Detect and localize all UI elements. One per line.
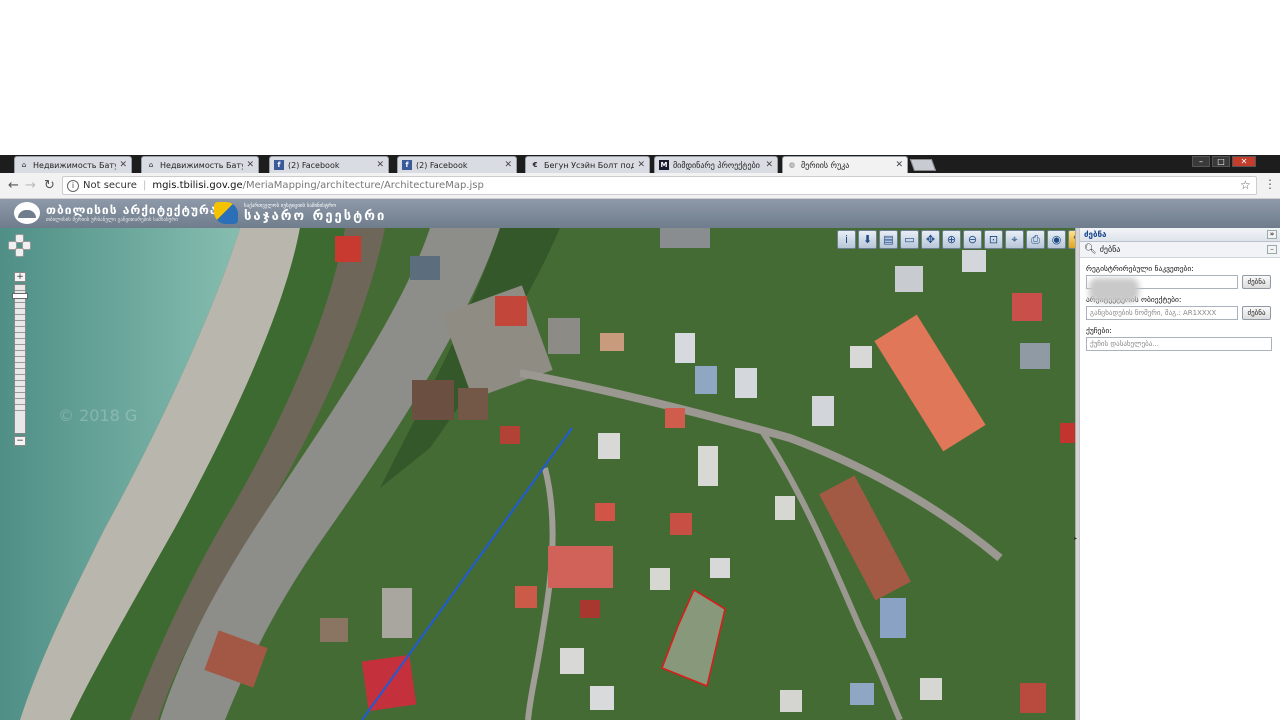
- registry-title: საჯარო რეესტრი: [244, 208, 387, 224]
- bookmark-star-icon[interactable]: ☆: [1240, 178, 1251, 192]
- pan-control[interactable]: [8, 234, 32, 258]
- pan-down-icon[interactable]: [15, 248, 24, 257]
- edit-icon[interactable]: ✎: [1068, 230, 1075, 249]
- zoom-slider-thumb[interactable]: [12, 293, 28, 299]
- globe-icon: ◍: [788, 161, 796, 169]
- reload-icon[interactable]: ↻: [44, 178, 55, 193]
- facebook-icon: f: [402, 160, 412, 170]
- browser-toolbar: ← → ↻ i Not secure | mgis.tbilisi.gov.ge…: [0, 173, 1280, 199]
- e-icon: €: [532, 161, 538, 169]
- back-icon[interactable]: ←: [8, 178, 19, 193]
- address-bar[interactable]: i Not secure | mgis.tbilisi.gov.ge /Meri…: [62, 176, 1257, 195]
- tab-0[interactable]: ⌂ Недвижимость Батуми ✕: [14, 156, 132, 173]
- expand-icon[interactable]: »: [1267, 230, 1277, 239]
- tab-3[interactable]: f (2) Facebook ✕: [397, 156, 517, 173]
- facebook-icon: f: [274, 160, 284, 170]
- house-icon: ⌂: [21, 161, 27, 169]
- satellite-map[interactable]: © 2018 G + − i ⬇ ▤ ▭ ✥ ⊕ ⊖ ⊡ ⌖ ⎙ ◉: [0, 228, 1075, 720]
- collapse-arrow-icon[interactable]: ▸: [1074, 535, 1077, 542]
- tab-1[interactable]: ⌂ Недвижимость Батуми ✕: [141, 156, 259, 173]
- info-icon[interactable]: i: [837, 230, 856, 249]
- tab-title: მიმდინარე პროექტები: [673, 160, 760, 170]
- tab-strip: ⌂ Недвижимость Батуми ✕ ⌂ Недвижимость Б…: [0, 155, 1280, 173]
- panel-header: ძებნა »: [1080, 228, 1280, 242]
- separator: |: [142, 180, 147, 191]
- tab-4[interactable]: € Бегун Усэйн Болт подпи ✕: [525, 156, 650, 173]
- menu-icon[interactable]: ⋮: [1264, 177, 1276, 191]
- tab-title: (2) Facebook: [416, 160, 468, 170]
- zoom-in-button[interactable]: +: [14, 272, 26, 282]
- security-label: Not secure: [83, 180, 137, 191]
- streets-input[interactable]: ქუჩის დასახელება...: [1086, 337, 1272, 351]
- parcels-search-button[interactable]: ძებნა: [1242, 275, 1271, 289]
- tab-title: Недвижимость Батуми: [160, 160, 243, 170]
- map-toolbar: i ⬇ ▤ ▭ ✥ ⊕ ⊖ ⊡ ⌖ ⎙ ◉ ✎: [837, 230, 1075, 250]
- collapse-icon[interactable]: –: [1267, 245, 1277, 254]
- tab-title: მერიის რუკა: [801, 160, 850, 170]
- search-section-title: ძებნა: [1099, 245, 1121, 254]
- architecture-search-button[interactable]: ძებნა: [1242, 306, 1271, 320]
- search-icon: 🔍︎: [1084, 244, 1097, 255]
- registry-emblem-icon: [214, 202, 238, 224]
- zoom-control[interactable]: + −: [8, 234, 36, 454]
- zoom-out-icon[interactable]: ⊖: [963, 230, 982, 249]
- streets-label: ქუჩები:: [1086, 326, 1112, 335]
- maximize-icon[interactable]: □: [1212, 156, 1230, 167]
- pan-icon[interactable]: ✥: [921, 230, 940, 249]
- zoom-box-icon[interactable]: ⊡: [984, 230, 1003, 249]
- panel-title: ძებნა: [1084, 230, 1107, 239]
- forward-icon[interactable]: →: [25, 178, 36, 193]
- redacted-blur: [1089, 278, 1139, 302]
- tab-title: Недвижимость Батуми: [33, 160, 116, 170]
- layers-icon[interactable]: ▤: [879, 230, 898, 249]
- architecture-objects-input[interactable]: განცხადების ნომერი, მაგ.: AR1XXXX: [1086, 306, 1238, 320]
- logo-subtitle: თბილისის მერიის ურბანული განვითარების სა…: [46, 216, 178, 223]
- close-icon[interactable]: ✕: [119, 160, 127, 170]
- globe-icon[interactable]: ◉: [1047, 230, 1066, 249]
- select-icon[interactable]: ⌖: [1005, 230, 1024, 249]
- zoom-slider-rail[interactable]: [14, 284, 26, 434]
- print-icon[interactable]: ⎙: [1026, 230, 1045, 249]
- url-host: mgis.tbilisi.gov.ge: [152, 180, 243, 191]
- search-section-header: 🔍︎ ძებნა –: [1080, 242, 1280, 258]
- map-imagery: [0, 228, 1075, 720]
- tab-5[interactable]: M მიმდინარე პროექტები ✕: [654, 156, 778, 173]
- close-window-icon[interactable]: ✕: [1232, 156, 1256, 167]
- info-icon[interactable]: i: [67, 179, 79, 192]
- url-path: /MeriaMapping/architecture/ArchitectureM…: [242, 180, 484, 191]
- m-icon: M: [659, 160, 669, 170]
- zoom-out-button[interactable]: −: [14, 436, 26, 446]
- map-watermark: © 2018 G: [58, 406, 138, 425]
- close-icon[interactable]: ✕: [637, 160, 645, 170]
- close-icon[interactable]: ✕: [765, 160, 773, 170]
- zoom-in-icon[interactable]: ⊕: [942, 230, 961, 249]
- close-icon[interactable]: ✕: [246, 160, 254, 170]
- download-icon[interactable]: ⬇: [858, 230, 877, 249]
- new-tab-button[interactable]: [909, 159, 937, 171]
- close-icon[interactable]: ✕: [504, 160, 512, 170]
- close-icon[interactable]: ✕: [376, 160, 384, 170]
- app-header: თბილისის არქიტექტურა თბილისის მერიის ურბ…: [0, 199, 1280, 228]
- tab-2[interactable]: f (2) Facebook ✕: [269, 156, 389, 173]
- tbilisi-architecture-logo[interactable]: თბილისის არქიტექტურა თბილისის მერიის ურბ…: [14, 202, 218, 224]
- close-icon[interactable]: ✕: [895, 160, 903, 170]
- house-icon: ⌂: [148, 161, 154, 169]
- minimize-icon[interactable]: –: [1192, 156, 1210, 167]
- public-registry-logo[interactable]: საქართველოს იუსტიციის სამინისტრო საჯარო …: [214, 202, 386, 224]
- tab-6[interactable]: ◍ მერიის რუკა ✕: [782, 156, 908, 173]
- logo-emblem-icon: [14, 202, 40, 224]
- ruler-icon[interactable]: ▭: [900, 230, 919, 249]
- logo-title: თბილისის არქიტექტურა: [46, 202, 218, 217]
- tab-title: Бегун Усэйн Болт подпи: [544, 160, 634, 170]
- browser-window: ⌂ Недвижимость Батуми ✕ ⌂ Недвижимость Б…: [0, 155, 1280, 720]
- parcels-label: რეგისტრირებული ნაკვეთები:: [1086, 264, 1194, 273]
- tab-title: (2) Facebook: [288, 160, 340, 170]
